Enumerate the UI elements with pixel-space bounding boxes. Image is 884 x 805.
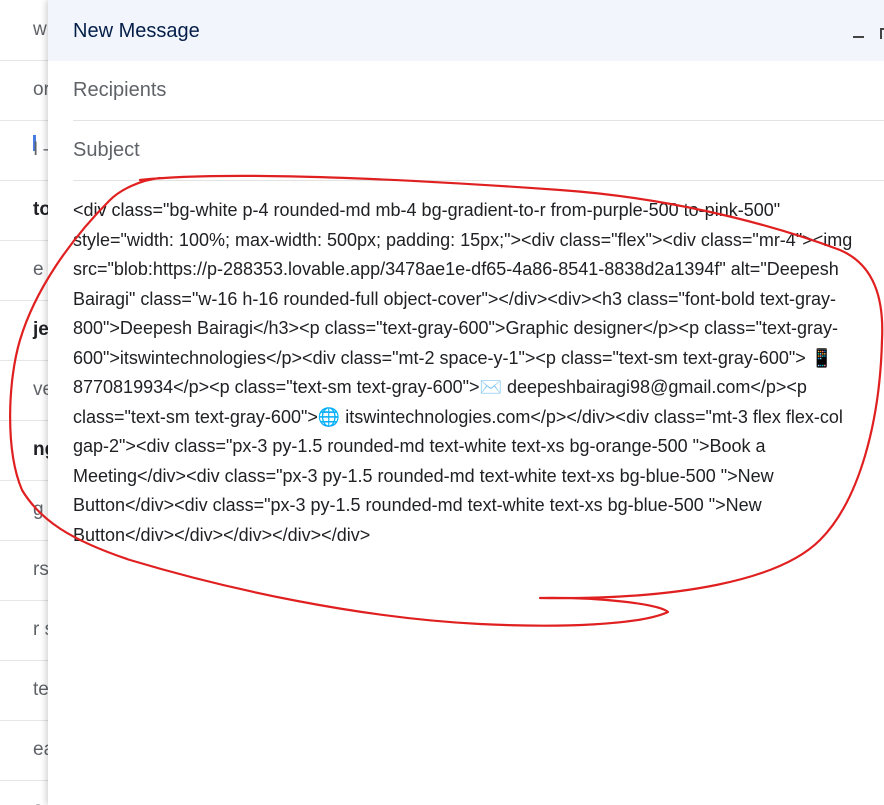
background-row-text: r s bbox=[33, 619, 48, 640]
background-row: e bbox=[0, 240, 48, 301]
expand-icon[interactable] bbox=[878, 24, 884, 40]
compose-title: New Message bbox=[73, 20, 200, 42]
background-row: ng bbox=[0, 420, 48, 481]
message-body-line: <div class="bg-white p-4 rounded-md mb-4… bbox=[73, 200, 781, 220]
compose-window: New Message <div class="bg-white p-4 rou… bbox=[48, 0, 884, 805]
recipients-input[interactable] bbox=[73, 61, 884, 119]
background-row-text: g bbox=[33, 499, 44, 520]
message-body-line: class="text-sm text-gray-600">🌐 itswinte… bbox=[73, 406, 843, 427]
background-row: te bbox=[0, 660, 48, 721]
message-body-line: Button</div><div class="px-3 py-1.5 roun… bbox=[73, 495, 762, 515]
background-row: or bbox=[0, 60, 48, 121]
message-body-line: style="width: 100%; max-width: 500px; pa… bbox=[73, 229, 853, 250]
background-row: a bbox=[0, 780, 48, 805]
recipients-field bbox=[73, 61, 884, 121]
message-body[interactable]: <div class="bg-white p-4 rounded-md mb-4… bbox=[73, 196, 884, 796]
background-row-text: ve bbox=[33, 379, 48, 400]
background-row-text: ea bbox=[33, 739, 48, 760]
message-body-line: src="blob:https://p-288353.lovable.app/3… bbox=[73, 259, 839, 279]
background-row: to bbox=[0, 180, 48, 241]
background-row: ve bbox=[0, 360, 48, 421]
background-email-list: w or I – to e je ve ng g rs r s te ea a bbox=[0, 0, 48, 805]
message-body-line: gap-2"><div class="px-3 py-1.5 rounded-m… bbox=[73, 436, 766, 456]
message-body-line: 8770819934</p><p class="text-sm text-gra… bbox=[73, 377, 807, 397]
subject-field bbox=[73, 121, 884, 181]
background-row-text: e bbox=[33, 259, 44, 280]
background-row-text: a bbox=[33, 780, 44, 805]
message-body-line: Bairagi" class="w-16 h-16 rounded-full o… bbox=[73, 288, 836, 309]
background-row-text: rs bbox=[33, 559, 48, 580]
background-row-text: or bbox=[33, 79, 48, 100]
background-row: rs bbox=[0, 540, 48, 601]
background-row-text: I – bbox=[33, 139, 48, 160]
message-body-line: 800">Deepesh Bairagi</h3><p class="text-… bbox=[73, 318, 839, 338]
subject-input[interactable] bbox=[73, 121, 884, 179]
background-row-text: te bbox=[33, 679, 48, 700]
background-row: w bbox=[0, 0, 48, 61]
background-row: I – bbox=[0, 120, 48, 181]
message-body-line: Meeting</div><div class="px-3 py-1.5 rou… bbox=[73, 465, 774, 486]
background-row-text: ng bbox=[33, 439, 48, 460]
background-row-text: w bbox=[33, 19, 47, 40]
background-row: g bbox=[0, 480, 48, 541]
background-row: r s bbox=[0, 600, 48, 661]
minimize-icon[interactable] bbox=[850, 24, 866, 40]
message-body-line: 600">itswintechnologies</p><div class="m… bbox=[73, 347, 834, 368]
background-row: ea bbox=[0, 720, 48, 781]
background-row-text: je bbox=[33, 319, 48, 340]
compose-header: New Message bbox=[48, 0, 884, 61]
message-body-line: Button</div></div></div></div></div> bbox=[73, 524, 371, 545]
background-row-text: to bbox=[33, 199, 48, 220]
background-row: je bbox=[0, 300, 48, 361]
